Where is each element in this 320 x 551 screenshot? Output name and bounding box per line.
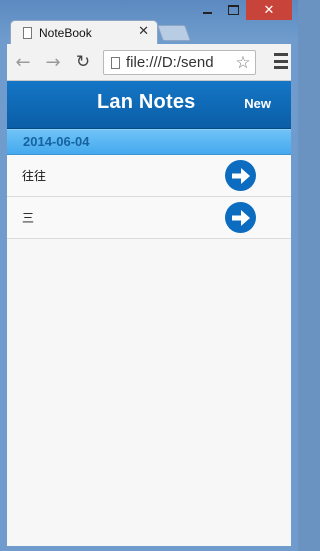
url-text: file:///D:/send: [126, 54, 214, 71]
menu-button[interactable]: [274, 53, 288, 69]
page-content: Lan Notes New 2014-06-04 往往 三: [7, 81, 291, 546]
maximize-button[interactable]: [220, 0, 246, 20]
menu-bar-icon: [274, 59, 288, 63]
window-controls: ✕: [194, 0, 292, 20]
list-item[interactable]: 往往: [7, 155, 291, 197]
bookmark-star-icon[interactable]: ☆: [232, 51, 254, 74]
app-header: Lan Notes New: [7, 81, 291, 129]
open-note-button[interactable]: [225, 202, 256, 233]
browser-toolbar: ← → ↻ file:///D:/send ☆: [7, 44, 291, 81]
arrow-right-icon: [231, 167, 250, 184]
note-title: 往往: [22, 169, 47, 183]
tab-title: NoteBook: [39, 25, 92, 40]
new-note-button[interactable]: New: [244, 96, 271, 111]
note-title: 三: [22, 211, 35, 225]
menu-bar-icon: [274, 66, 288, 69]
address-bar[interactable]: file:///D:/send ☆: [103, 50, 256, 75]
date-divider-label: 2014-06-04: [23, 134, 90, 149]
arrow-right-icon: [231, 209, 250, 226]
notes-list: 往往 三: [7, 155, 291, 239]
app-title: Lan Notes: [97, 91, 196, 113]
reload-icon: ↻: [75, 52, 91, 72]
reload-button[interactable]: ↻: [72, 51, 94, 73]
open-note-button[interactable]: [225, 160, 256, 191]
file-icon: [111, 56, 120, 69]
list-item[interactable]: 三: [7, 197, 291, 239]
back-button[interactable]: ←: [12, 51, 34, 73]
close-window-button[interactable]: ✕: [246, 0, 292, 20]
minimize-icon: [202, 11, 212, 14]
browser-tab[interactable]: NoteBook ✕: [10, 20, 158, 44]
forward-button[interactable]: →: [42, 51, 64, 73]
maximize-icon: [227, 5, 239, 15]
new-tab-button[interactable]: [157, 25, 191, 41]
date-divider: 2014-06-04: [7, 129, 291, 155]
page-icon: [23, 26, 32, 39]
forward-arrow-icon: →: [45, 51, 61, 73]
tab-close-icon[interactable]: ✕: [138, 24, 149, 39]
back-arrow-icon: ←: [15, 51, 31, 73]
minimize-button[interactable]: [194, 0, 220, 20]
close-icon: ✕: [263, 2, 275, 18]
menu-bar-icon: [274, 53, 288, 56]
